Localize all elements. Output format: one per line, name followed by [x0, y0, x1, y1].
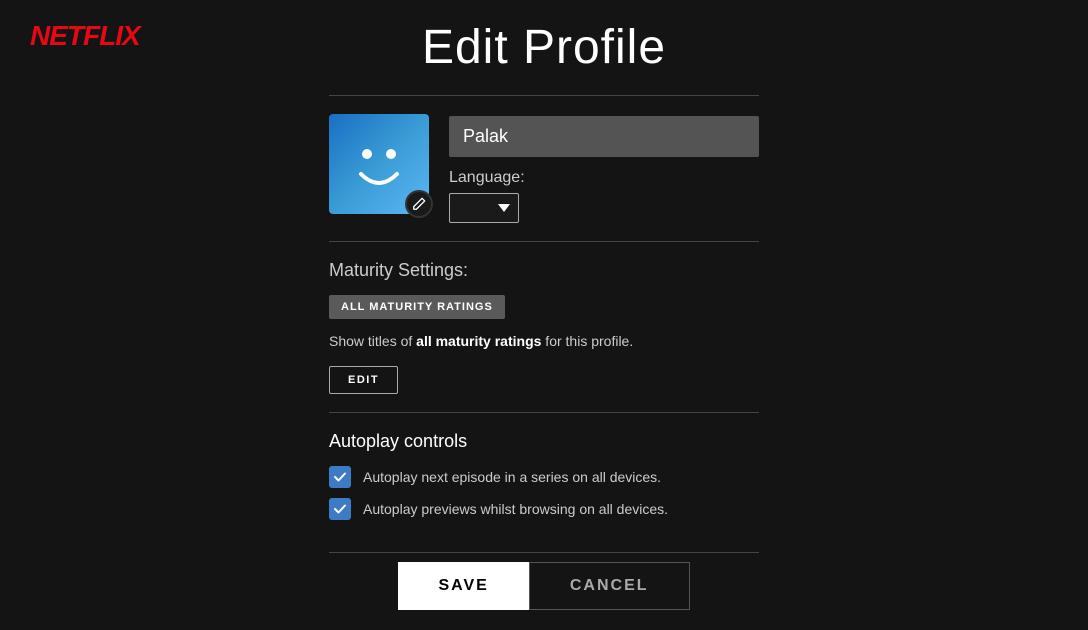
- top-divider: [329, 95, 759, 96]
- main-content: Edit Profile: [0, 0, 1088, 630]
- autoplay-previews-checkbox[interactable]: [329, 498, 351, 520]
- autoplay-previews-item: Autoplay previews whilst browsing on all…: [329, 498, 759, 520]
- maturity-desc-prefix: Show titles of: [329, 333, 416, 349]
- autoplay-episodes-label: Autoplay next episode in a series on all…: [363, 469, 661, 485]
- maturity-edit-button[interactable]: EDIT: [329, 366, 398, 394]
- edit-avatar-button[interactable]: [405, 190, 433, 218]
- page-title: Edit Profile: [422, 20, 666, 75]
- checkmark-icon: [333, 470, 347, 484]
- autoplay-episodes-checkbox[interactable]: [329, 466, 351, 488]
- profile-name-input[interactable]: [449, 116, 759, 157]
- maturity-desc-bold: all maturity ratings: [416, 333, 541, 349]
- profile-section: Language: English Hindi French Spanish: [329, 114, 759, 223]
- language-select[interactable]: English Hindi French Spanish: [449, 193, 519, 223]
- bottom-buttons: SAVE CANCEL: [0, 546, 1088, 630]
- autoplay-title: Autoplay controls: [329, 431, 759, 452]
- profile-inputs: Language: English Hindi French Spanish: [449, 114, 759, 223]
- maturity-title: Maturity Settings:: [329, 260, 759, 281]
- save-button[interactable]: SAVE: [398, 562, 528, 610]
- maturity-badge: ALL MATURITY RATINGS: [329, 295, 505, 319]
- checkmark-icon-2: [333, 502, 347, 516]
- autoplay-previews-label: Autoplay previews whilst browsing on all…: [363, 501, 668, 517]
- avatar-face: [339, 124, 419, 204]
- maturity-desc-suffix: for this profile.: [541, 333, 633, 349]
- maturity-description: Show titles of all maturity ratings for …: [329, 331, 759, 352]
- maturity-section: Maturity Settings: ALL MATURITY RATINGS …: [329, 241, 759, 412]
- pencil-icon: [412, 197, 426, 211]
- autoplay-section: Autoplay controls Autoplay next episode …: [329, 412, 759, 548]
- language-section: Language: English Hindi French Spanish: [449, 169, 759, 223]
- autoplay-episodes-item: Autoplay next episode in a series on all…: [329, 466, 759, 488]
- language-label: Language:: [449, 169, 759, 187]
- avatar-container: [329, 114, 429, 214]
- cancel-button[interactable]: CANCEL: [529, 562, 690, 610]
